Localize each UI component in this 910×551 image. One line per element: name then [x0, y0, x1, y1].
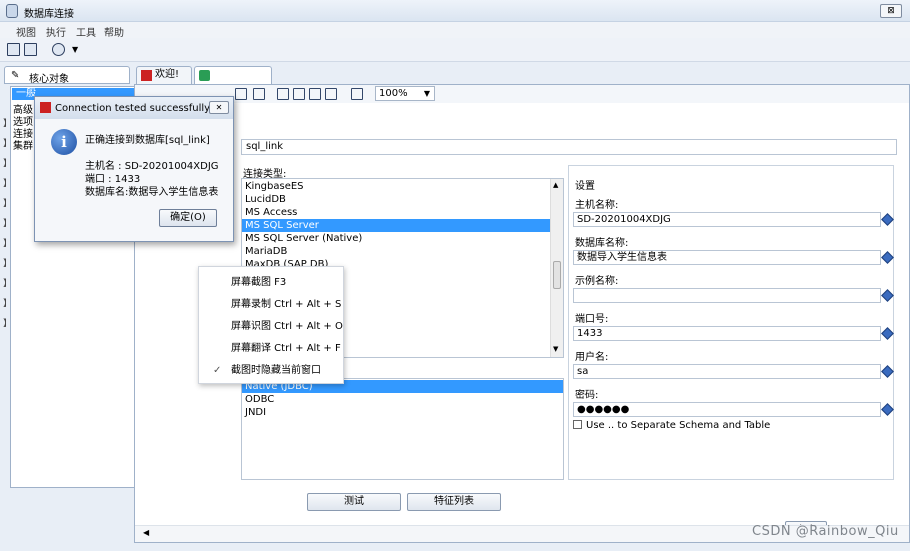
dialog-close-button[interactable]: ✕: [209, 101, 229, 114]
username-label: 用户名:: [575, 352, 609, 363]
pencil-icon: ✎: [11, 70, 20, 81]
layers-icon[interactable]: [52, 43, 65, 56]
menubar: 视图 执行 工具 帮助: [0, 22, 910, 39]
variable-icon[interactable]: [881, 289, 894, 302]
save-icon[interactable]: [7, 43, 20, 56]
app-logo-icon: [40, 102, 51, 113]
zoom-select[interactable]: 100% ▼: [375, 86, 435, 101]
info-icon: i: [51, 129, 77, 155]
test-button[interactable]: 测试: [307, 493, 401, 511]
scroll-up-icon[interactable]: ▲: [553, 181, 558, 189]
main-toolbar: ▼: [0, 38, 910, 62]
left-tab-label: 核心对象: [29, 74, 69, 85]
left-gutter: 】】】】】】】】】】】: [3, 119, 13, 329]
analyze-icon[interactable]: [325, 88, 337, 100]
menu-item-label: 屏幕识图 Ctrl + Alt + O: [231, 321, 343, 332]
dialog-message: 正确连接到数据库[sql_link]: [85, 135, 210, 146]
list-scrollbar[interactable]: ▲ ▼: [550, 179, 563, 357]
tree-item-cluster[interactable]: 集群: [13, 137, 33, 152]
checkmark-icon: ✓: [213, 365, 222, 376]
list-item[interactable]: MS Access: [242, 206, 550, 219]
dialog-titlebar: Connection tested successfully ✕: [35, 97, 233, 119]
window-title: 数据库连接: [24, 9, 74, 20]
dialog-ok-button[interactable]: 确定(O): [159, 209, 217, 227]
context-menu: 屏幕截图 F3 屏幕录制 Ctrl + Alt + S 屏幕识图 Ctrl + …: [198, 266, 344, 384]
menu-item-record[interactable]: 屏幕录制 Ctrl + Alt + S: [199, 295, 343, 315]
variable-icon[interactable]: [881, 251, 894, 264]
password-label: 密码:: [575, 390, 599, 401]
preview-icon[interactable]: [293, 88, 305, 100]
zoom-value: 100%: [379, 88, 408, 99]
save-as-icon[interactable]: [24, 43, 37, 56]
editor-tabs: 欢迎! project34⊠: [134, 66, 910, 96]
menu-item-label: 屏幕截图 F3: [231, 277, 287, 288]
list-item-selected[interactable]: MS SQL Server: [242, 219, 550, 232]
separate-schema-label: Use .. to Separate Schema and Table: [586, 420, 771, 431]
settings-panel: 设置 主机名称: SD-20201004XDJG 数据库名称: 数据导入学生信息…: [568, 165, 894, 480]
menu-item-label: 截图时隐藏当前窗口: [231, 365, 321, 376]
transform-icon: [199, 70, 210, 81]
menu-help[interactable]: 帮助: [104, 24, 124, 39]
scroll-down-icon[interactable]: ▼: [553, 345, 558, 353]
left-panel-tab[interactable]: ✎ 核心对象: [4, 66, 130, 85]
separate-schema-option[interactable]: Use .. to Separate Schema and Table: [573, 420, 770, 431]
run-icon[interactable]: [253, 88, 265, 100]
menu-execute[interactable]: 执行: [46, 24, 66, 39]
host-input[interactable]: SD-20201004XDJG: [573, 212, 881, 227]
instance-input[interactable]: [573, 288, 881, 303]
step-icon[interactable]: [277, 88, 289, 100]
dialog-title: Connection tested successfully: [55, 103, 211, 114]
scroll-left-icon[interactable]: ◀: [143, 528, 149, 537]
window-close-button[interactable]: ⊠: [880, 4, 902, 18]
dialog-db-line: 数据库名:数据导入学生信息表: [85, 187, 219, 198]
driver-list[interactable]: Native (JDBC) ODBC JNDI: [241, 378, 564, 480]
instance-label: 示例名称:: [575, 276, 619, 287]
list-item[interactable]: JNDI: [242, 406, 563, 419]
database-input[interactable]: 数据导入学生信息表: [573, 250, 881, 265]
watermark: CSDN @Rainbow_Qiu: [752, 524, 899, 539]
tab-welcome[interactable]: 欢迎!: [136, 66, 192, 84]
menu-item-label: 屏幕录制 Ctrl + Alt + S: [231, 299, 342, 310]
list-item[interactable]: LucidDB: [242, 193, 550, 206]
host-label: 主机名称:: [575, 200, 619, 211]
separate-schema-checkbox[interactable]: [573, 420, 582, 429]
dropdown-arrow-icon[interactable]: ▼: [72, 45, 78, 54]
tab-project34[interactable]: project34⊠: [194, 66, 272, 96]
menu-item-screenshot[interactable]: 屏幕截图 F3: [199, 273, 343, 293]
port-label: 端口号:: [575, 314, 609, 325]
menu-view[interactable]: 视图: [16, 24, 36, 39]
scroll-thumb[interactable]: [553, 261, 561, 289]
database-label: 数据库名称:: [575, 238, 629, 249]
variable-icon[interactable]: [881, 213, 894, 226]
password-input[interactable]: ●●●●●●: [573, 402, 881, 417]
database-icon: [6, 4, 18, 18]
editor-toolbar: 100% ▼: [135, 85, 909, 103]
menu-item-hide-window[interactable]: ✓ 截图时隐藏当前窗口: [199, 361, 343, 381]
feature-list-button[interactable]: 特征列表: [407, 493, 501, 511]
list-item[interactable]: MariaDB: [242, 245, 550, 258]
variable-icon[interactable]: [881, 365, 894, 378]
settings-title: 设置: [575, 181, 595, 192]
menu-item-label: 屏幕翻译 Ctrl + Alt + F: [231, 343, 341, 354]
list-item[interactable]: MS SQL Server (Native): [242, 232, 550, 245]
list-item[interactable]: KingbaseES: [242, 180, 550, 193]
port-input[interactable]: 1433: [573, 326, 881, 341]
connection-success-dialog: Connection tested successfully ✕ i 正确连接到…: [34, 96, 234, 242]
app-logo-icon: [141, 70, 152, 81]
username-input[interactable]: sa: [573, 364, 881, 379]
menu-tools[interactable]: 工具: [76, 24, 96, 39]
align-icon[interactable]: [351, 88, 363, 100]
list-item[interactable]: ODBC: [242, 393, 563, 406]
variable-icon[interactable]: [881, 403, 894, 416]
menu-item-translate[interactable]: 屏幕翻译 Ctrl + Alt + F: [199, 339, 343, 359]
menu-item-ocr[interactable]: 屏幕识图 Ctrl + Alt + O: [199, 317, 343, 337]
chevron-down-icon: ▼: [423, 89, 430, 98]
connection-name-input[interactable]: sql_link: [241, 139, 897, 155]
variable-icon[interactable]: [881, 327, 894, 340]
tab-welcome-label: 欢迎!: [155, 69, 180, 80]
window-titlebar: 数据库连接 ⊠: [0, 0, 910, 22]
debug-icon[interactable]: [235, 88, 247, 100]
check-icon[interactable]: [309, 88, 321, 100]
